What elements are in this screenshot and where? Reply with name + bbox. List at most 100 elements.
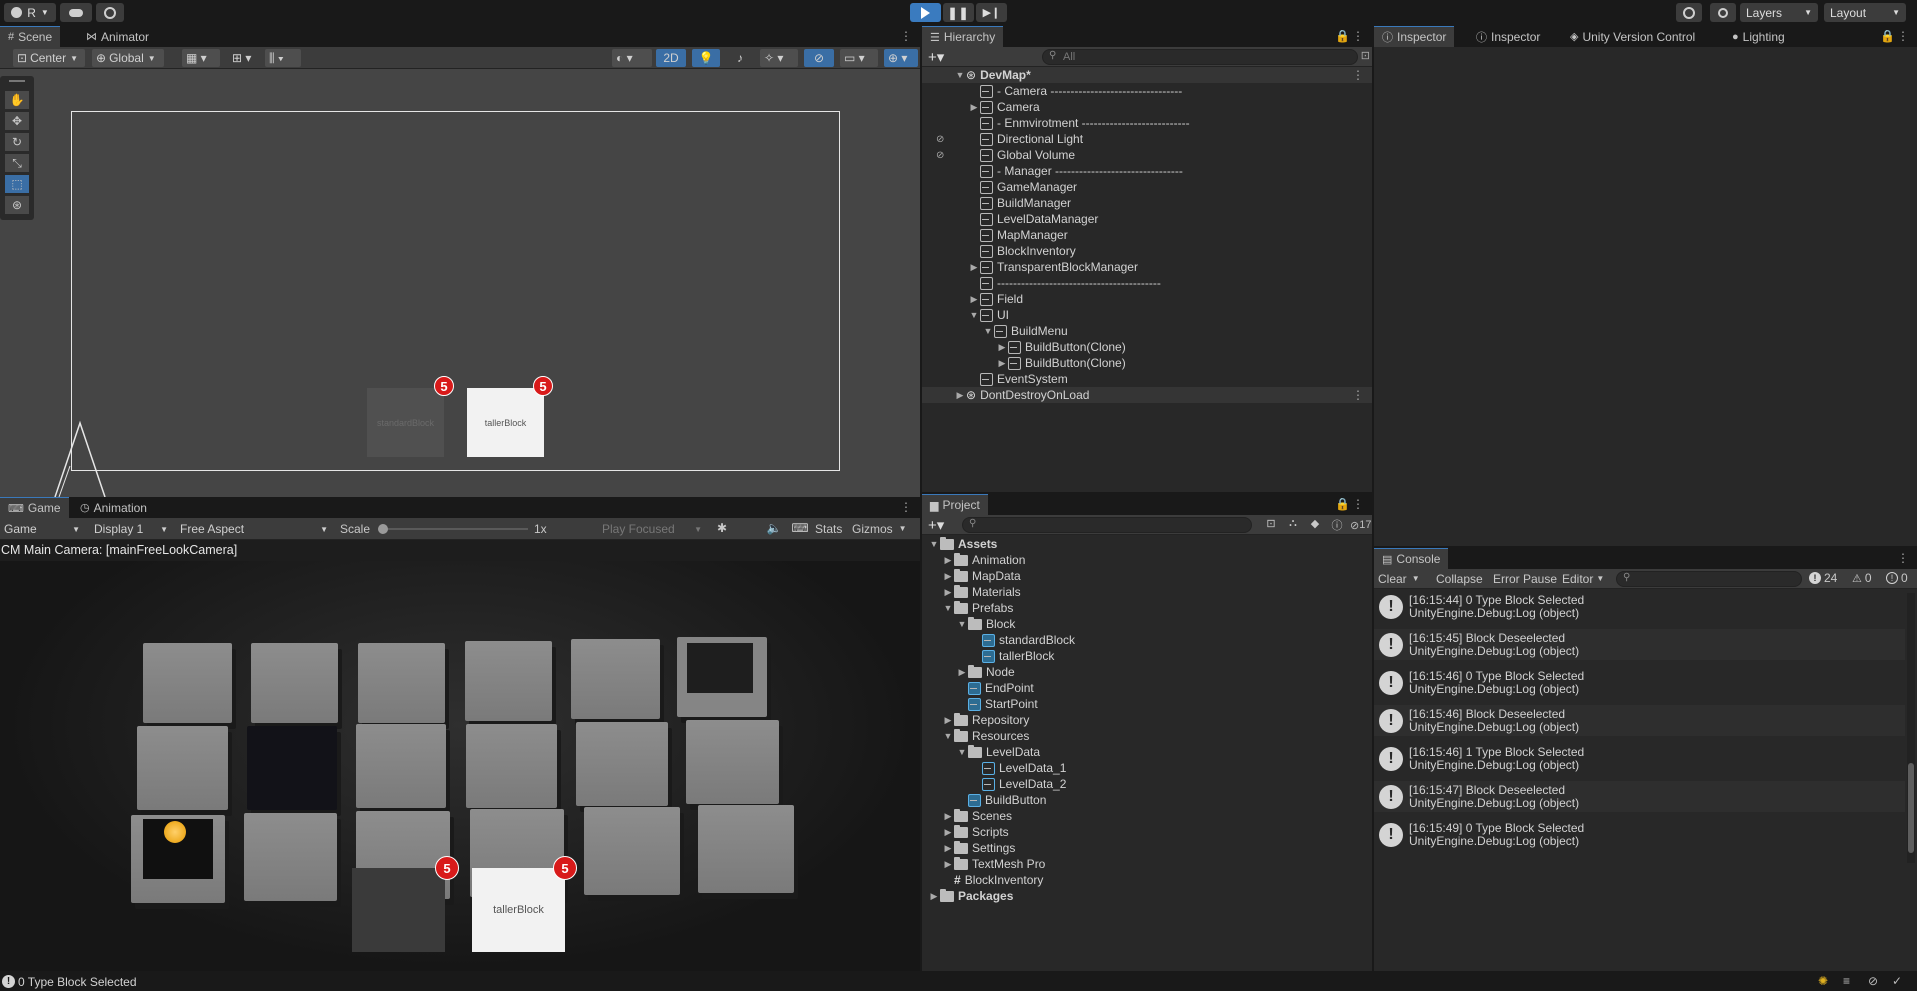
console-search-input[interactable]: ⚲ bbox=[1616, 571, 1802, 587]
project-item[interactable]: tallerBlock bbox=[922, 648, 1372, 664]
project-item[interactable]: ▼ Assets bbox=[922, 536, 1372, 552]
console-log-entry[interactable]: ! [16:15:44] 0 Type Block Selected UnityEn… bbox=[1374, 591, 1905, 622]
label-icon[interactable]: ◆ bbox=[1306, 517, 1324, 530]
gizmos-dropdown[interactable]: ⊕ ▾ bbox=[884, 49, 918, 67]
scale-slider[interactable] bbox=[378, 524, 528, 534]
pause-button[interactable]: ❚❚ bbox=[943, 3, 974, 22]
expand-down-icon[interactable]: ▼ bbox=[956, 747, 968, 757]
hierarchy-item[interactable]: GameManager bbox=[922, 179, 1372, 195]
account-button[interactable]: R ▼ bbox=[4, 3, 56, 22]
hierarchy-item[interactable]: ▶ Field bbox=[922, 291, 1372, 307]
project-item[interactable]: EndPoint bbox=[922, 680, 1372, 696]
project-item[interactable]: # BlockInventory bbox=[922, 872, 1372, 888]
hierarchy-item[interactable]: ----------------------------------------… bbox=[922, 275, 1372, 291]
hidden-packages-toggle[interactable]: ⊘ 17 bbox=[1350, 517, 1372, 533]
snap-increment-button[interactable]: ⊞ ▾ bbox=[228, 49, 258, 67]
hierarchy-item[interactable]: BlockInventory bbox=[922, 243, 1372, 259]
game-viewport[interactable]: 5 tallerBlock 5 bbox=[0, 561, 920, 971]
align-button[interactable]: ⫼ ▾ bbox=[265, 49, 301, 67]
mute-audio-icon[interactable]: 🔈 bbox=[764, 521, 784, 535]
scene-visibility-icon[interactable]: ⊘ bbox=[936, 134, 944, 145]
project-item[interactable]: ▶ Materials bbox=[922, 584, 1372, 600]
expand-down-icon[interactable]: ▼ bbox=[954, 70, 966, 80]
expand-down-icon[interactable]: ▼ bbox=[942, 603, 954, 613]
grid-snap-button[interactable]: ▦ ▾ bbox=[182, 49, 220, 67]
more-icon[interactable]: ⋮ bbox=[1897, 551, 1909, 565]
hierarchy-item[interactable]: ▶ TransparentBlockManager bbox=[922, 259, 1372, 275]
log-count-toggle[interactable]: ! 24 bbox=[1809, 571, 1837, 585]
hierarchy-item[interactable]: - Enmvirotment -------------------------… bbox=[922, 115, 1372, 131]
check-icon[interactable]: ✓ bbox=[1892, 974, 1902, 988]
expand-right-icon[interactable]: ▶ bbox=[954, 390, 966, 401]
scene-taller-block-button[interactable]: tallerBlock bbox=[467, 388, 544, 457]
lock-icon[interactable]: 🔒 bbox=[1335, 29, 1350, 43]
project-item[interactable]: BuildButton bbox=[922, 792, 1372, 808]
keyboard-icon[interactable]: ⌨ bbox=[790, 521, 810, 535]
collab-button[interactable] bbox=[96, 3, 124, 22]
project-item[interactable]: StartPoint bbox=[922, 696, 1372, 712]
aspect-dropdown[interactable]: Free Aspect ▼ bbox=[176, 520, 332, 538]
expand-right-icon[interactable]: ▶ bbox=[996, 358, 1008, 369]
project-item[interactable]: ▶ Repository bbox=[922, 712, 1372, 728]
lock-icon[interactable]: 🔒 bbox=[1335, 497, 1350, 511]
expand-right-icon[interactable]: ▶ bbox=[942, 843, 954, 854]
lighting-toggle[interactable]: 💡 bbox=[692, 49, 720, 67]
effects-dropdown[interactable]: ✧ ▾ bbox=[760, 49, 798, 67]
layers-dropdown[interactable]: Layers ▼ bbox=[1740, 3, 1818, 22]
project-item[interactable]: ▶ TextMesh Pro bbox=[922, 856, 1372, 872]
warning-count-toggle[interactable]: ⚠ 0 bbox=[1852, 571, 1872, 585]
history-button[interactable] bbox=[1676, 3, 1702, 22]
hierarchy-item[interactable]: ▶ ⊛ DontDestroyOnLoad ⋮ bbox=[922, 387, 1372, 403]
scale-slider-handle[interactable] bbox=[378, 524, 388, 534]
hierarchy-item[interactable]: ▶ Camera bbox=[922, 99, 1372, 115]
expand-right-icon[interactable]: ▶ bbox=[968, 294, 980, 305]
tab-game[interactable]: ⌨ Game bbox=[0, 497, 69, 518]
expand-right-icon[interactable]: ▶ bbox=[942, 811, 954, 822]
scale-tool-icon[interactable]: ⤡ bbox=[5, 154, 29, 172]
search-type-icon[interactable]: ⊡ bbox=[1262, 517, 1280, 530]
hidden-objects-toggle[interactable]: ⊘ bbox=[804, 49, 834, 67]
filter-type-icon[interactable]: ⛬ bbox=[1284, 517, 1302, 530]
expand-right-icon[interactable]: ▶ bbox=[942, 859, 954, 870]
hierarchy-search-input[interactable]: ⚲ All bbox=[1042, 49, 1358, 65]
tab-lighting[interactable]: ● Lighting bbox=[1724, 26, 1793, 47]
more-icon[interactable]: ⋮ bbox=[900, 500, 912, 514]
info-icon[interactable]: ⓘ bbox=[1328, 517, 1346, 533]
expand-down-icon[interactable]: ▼ bbox=[968, 310, 980, 320]
project-item[interactable]: ▼ Prefabs bbox=[922, 600, 1372, 616]
expand-right-icon[interactable]: ▶ bbox=[942, 555, 954, 566]
tab-animator[interactable]: ⋈ Animator bbox=[78, 26, 157, 47]
more-icon[interactable]: ⋮ bbox=[1352, 29, 1364, 43]
tab-animation[interactable]: ◷ Animation bbox=[72, 497, 155, 518]
editor-dropdown[interactable]: Editor ▼ bbox=[1562, 572, 1604, 586]
expand-right-icon[interactable]: ▶ bbox=[968, 102, 980, 113]
status-message[interactable]: 0 Type Block Selected bbox=[18, 975, 137, 989]
network-icon[interactable]: ⊘ bbox=[1868, 974, 1878, 988]
hierarchy-item[interactable]: - Camera -------------------------------… bbox=[922, 83, 1372, 99]
add-icon[interactable]: +▾ bbox=[928, 516, 944, 534]
console-log-entry[interactable]: ! [16:15:47] Block Deseelected UnityEngine… bbox=[1374, 781, 1905, 812]
project-item[interactable]: ▼ Block bbox=[922, 616, 1372, 632]
stats-button[interactable]: Stats bbox=[815, 522, 842, 536]
expand-right-icon[interactable]: ▶ bbox=[928, 891, 940, 902]
shading-mode-button[interactable]: ◐ ▾ bbox=[612, 49, 652, 67]
collapse-toggle[interactable]: Collapse bbox=[1436, 572, 1483, 586]
console-log-entry[interactable]: ! [16:15:49] 0 Type Block Selected UnityEn… bbox=[1374, 819, 1905, 850]
rect-tool-icon[interactable]: ⬚ bbox=[5, 175, 29, 193]
play-focused-dropdown[interactable]: Play Focused ▼ bbox=[598, 520, 706, 538]
game-standard-block-button[interactable] bbox=[352, 868, 445, 952]
console-log-entry[interactable]: ! [16:15:46] 1 Type Block Selected UnityEn… bbox=[1374, 743, 1905, 774]
expand-right-icon[interactable]: ▶ bbox=[942, 571, 954, 582]
expand-right-icon[interactable]: ▶ bbox=[956, 667, 968, 678]
tab-hierarchy[interactable]: ☰ Hierarchy bbox=[922, 26, 1004, 47]
lock-icon[interactable]: 🔒 bbox=[1880, 29, 1895, 43]
project-item[interactable]: LevelData_1 bbox=[922, 760, 1372, 776]
move-tool-icon[interactable]: ✥ bbox=[5, 112, 29, 130]
more-icon[interactable]: ⋮ bbox=[1352, 388, 1364, 402]
error-pause-toggle[interactable]: Error Pause bbox=[1493, 572, 1557, 586]
project-item[interactable]: standardBlock bbox=[922, 632, 1372, 648]
hierarchy-item[interactable]: MapManager bbox=[922, 227, 1372, 243]
tab-unity-version-control[interactable]: ◈ Unity Version Control bbox=[1562, 26, 1703, 47]
console-log-entry[interactable]: ! [16:15:46] Block Deseelected UnityEngine… bbox=[1374, 705, 1905, 736]
drag-handle[interactable] bbox=[9, 80, 25, 82]
